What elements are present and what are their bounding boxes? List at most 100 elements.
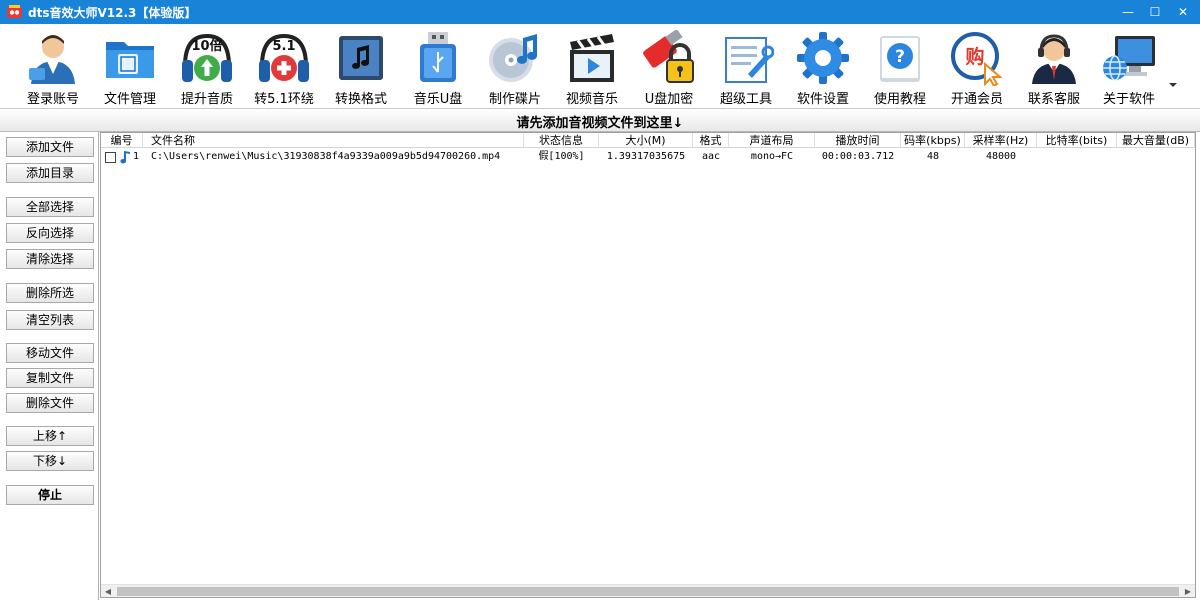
row-checkbox[interactable]	[105, 152, 116, 163]
toolbar-label: 联系客服	[1027, 92, 1080, 107]
music-convert-icon	[339, 36, 383, 80]
membership-icon: 购	[951, 32, 1003, 86]
copy-file-button[interactable]: 复制文件	[6, 368, 94, 388]
buy-badge: 购	[965, 45, 984, 68]
tutorial-button[interactable]: ? 使用教程	[863, 26, 937, 107]
row-max-volume	[1117, 149, 1195, 165]
enhance-quality-button[interactable]: 10倍 提升音质	[170, 26, 244, 107]
scroll-right-arrow-icon[interactable]: ▶	[1181, 585, 1195, 597]
column-header[interactable]: 状态信息	[524, 133, 599, 148]
column-header[interactable]: 最大音量(dB)	[1117, 133, 1195, 148]
row-format: aac	[701, 151, 721, 162]
close-button[interactable]: ✕	[1168, 0, 1198, 24]
music-disc-icon	[489, 34, 537, 82]
row-channel-layout: mono→FC	[750, 151, 794, 162]
make-disc-button[interactable]: 制作碟片	[478, 26, 552, 107]
move-down-button[interactable]: 下移↓	[6, 451, 94, 471]
action-sidebar: 添加文件 添加目录 全部选择 反向选择 清除选择 删除所选 清空列表 移动文件 …	[0, 132, 99, 600]
stop-button[interactable]: 停止	[6, 485, 94, 505]
toolbar-label: U盘加密	[644, 92, 694, 107]
app-logo-icon	[7, 5, 22, 18]
open-membership-button[interactable]: 购 开通会员	[940, 26, 1014, 107]
row-sample-rate: 48000	[985, 151, 1017, 162]
invert-selection-button[interactable]: 反向选择	[6, 223, 94, 243]
column-header[interactable]: 文件名称	[143, 133, 524, 148]
toolbar-overflow-chevron-icon[interactable]	[1168, 80, 1178, 90]
main-toolbar: 登录账号 文件管理 10倍 提升音质 5.1 转5.1环绕 转换格式 音乐U盘 …	[0, 24, 1200, 108]
maximize-button[interactable]: ☐	[1140, 0, 1170, 24]
boost-badge: 10倍	[191, 38, 222, 54]
delete-file-button[interactable]: 删除文件	[6, 393, 94, 413]
window-title: dts音效大师V12.3【体验版】	[28, 6, 197, 20]
row-bit-depth	[1037, 149, 1117, 165]
usb-encrypt-button[interactable]: U盘加密	[632, 26, 706, 107]
toolbar-label: 关于软件	[1102, 92, 1155, 107]
drop-hint-text: 请先添加音视频文件到这里↓	[516, 116, 684, 131]
row-number: 1	[133, 151, 140, 162]
column-header[interactable]: 大小(M)	[599, 133, 693, 148]
add-folder-button[interactable]: 添加目录	[6, 163, 94, 183]
video-music-button[interactable]: 视频音乐	[555, 26, 629, 107]
move-file-button[interactable]: 移动文件	[6, 343, 94, 363]
column-header[interactable]: 码率(kbps)	[901, 133, 965, 148]
convert-format-button[interactable]: 转换格式	[324, 26, 398, 107]
title-bar: dts音效大师V12.3【体验版】 — ☐ ✕	[0, 0, 1200, 24]
computer-icon	[1103, 36, 1155, 81]
column-header[interactable]: 编号	[101, 133, 143, 148]
folder-icon	[106, 42, 154, 78]
toolbar-label: 转5.1环绕	[254, 92, 314, 107]
row-status: 假[100%]	[538, 151, 585, 162]
toolbar-label: 转换格式	[334, 92, 387, 107]
move-up-button[interactable]: 上移↑	[6, 426, 94, 446]
toolbar-label: 音乐U盘	[413, 92, 463, 107]
toolbar-label: 制作碟片	[488, 92, 541, 107]
surround-51-button[interactable]: 5.1 转5.1环绕	[247, 26, 321, 107]
horizontal-scrollbar[interactable]: ◀ ▶	[101, 584, 1195, 597]
clapperboard-icon	[570, 34, 614, 82]
toolbar-label: 提升音质	[180, 92, 233, 107]
headphones-boost-icon: 10倍	[182, 33, 232, 82]
headphones-surround-icon: 5.1	[259, 33, 309, 82]
file-list[interactable]: 编号 文件名称 状态信息 大小(M) 格式 声道布局 播放时间 码率(kbps)…	[100, 132, 1196, 598]
add-file-button[interactable]: 添加文件	[6, 137, 94, 157]
clear-selection-button[interactable]: 清除选择	[6, 249, 94, 269]
row-size: 1.39317035675	[606, 151, 686, 162]
column-header[interactable]: 播放时间	[815, 133, 901, 148]
super-tools-button[interactable]: 超级工具	[709, 26, 783, 107]
gear-icon	[797, 32, 849, 84]
usb-drive-icon	[420, 32, 456, 82]
column-header[interactable]: 格式	[693, 133, 729, 148]
toolbar-label: 文件管理	[103, 92, 156, 107]
column-header[interactable]: 比特率(bits)	[1037, 133, 1117, 148]
column-header[interactable]: 采样率(Hz)	[965, 133, 1037, 148]
music-usb-button[interactable]: 音乐U盘	[401, 26, 475, 107]
row-file-name: C:\Users\renwei\Music\31930838f4a9339a00…	[151, 151, 501, 162]
tools-icon	[725, 37, 774, 83]
toolbar-label: 超级工具	[719, 92, 772, 107]
help-book-icon: ?	[880, 36, 920, 82]
login-account-button[interactable]: 登录账号	[16, 26, 90, 107]
customer-service-icon	[1032, 34, 1076, 84]
toolbar-label: 开通会员	[950, 92, 1003, 107]
contact-support-button[interactable]: 联系客服	[1017, 26, 1091, 107]
list-header: 编号 文件名称 状态信息 大小(M) 格式 声道布局 播放时间 码率(kbps)…	[101, 133, 1195, 148]
scroll-left-arrow-icon[interactable]: ◀	[101, 585, 115, 597]
toolbar-label: 使用教程	[873, 92, 926, 107]
delete-selected-button[interactable]: 删除所选	[6, 283, 94, 303]
svg-text:?: ?	[895, 47, 905, 67]
software-settings-button[interactable]: 软件设置	[786, 26, 860, 107]
music-note-icon	[120, 151, 130, 164]
row-duration: 00:00:03.712	[821, 151, 895, 162]
file-manage-button[interactable]: 文件管理	[93, 26, 167, 107]
toolbar-label: 软件设置	[796, 92, 849, 107]
table-row[interactable]: 1 C:\Users\renwei\Music\31930838f4a9339a…	[101, 149, 1195, 165]
drop-hint-bar: 请先添加音视频文件到这里↓	[0, 108, 1200, 132]
select-all-button[interactable]: 全部选择	[6, 197, 94, 217]
toolbar-label: 视频音乐	[565, 92, 618, 107]
scrollbar-thumb[interactable]	[117, 587, 1179, 596]
row-bitrate: 48	[926, 151, 940, 162]
column-header[interactable]: 声道布局	[729, 133, 815, 148]
about-software-button[interactable]: 关于软件	[1092, 26, 1166, 107]
clear-list-button[interactable]: 清空列表	[6, 310, 94, 330]
minimize-button[interactable]: —	[1113, 0, 1143, 24]
